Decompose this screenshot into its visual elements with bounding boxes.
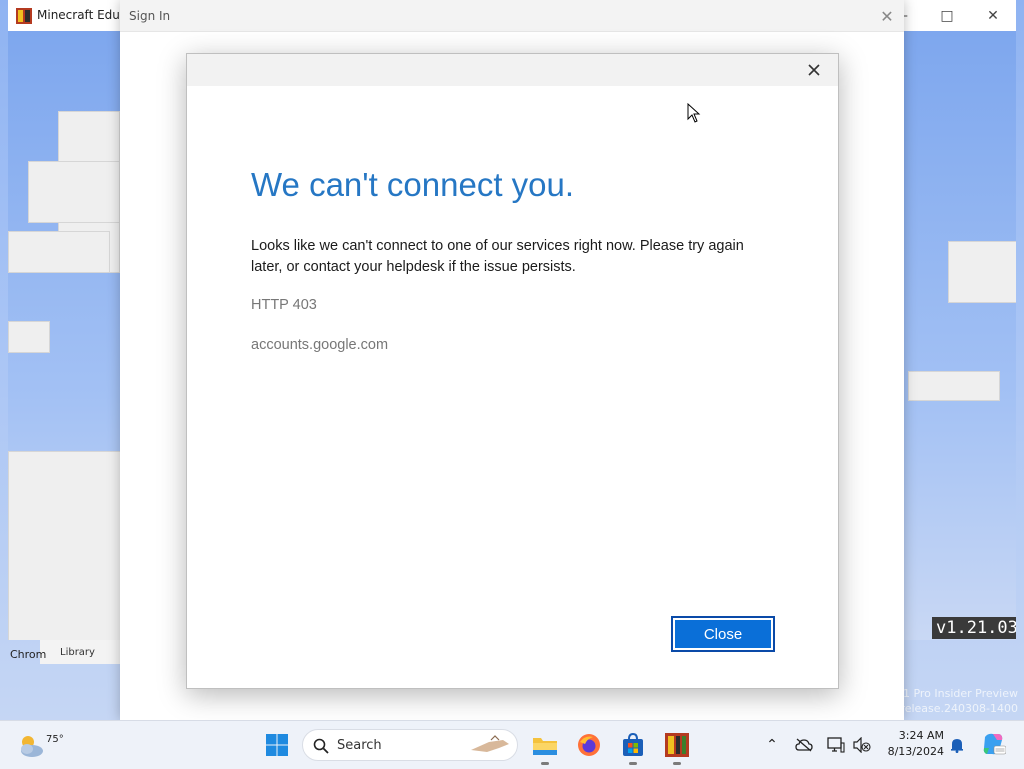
windows-start-icon bbox=[266, 734, 288, 756]
library-tab[interactable]: Library bbox=[40, 640, 120, 664]
taskbar: 75° Search ⌃ 3:24 AM 8/13/2024 bbox=[0, 720, 1024, 769]
window-close-button[interactable]: ✕ bbox=[970, 0, 1016, 31]
microsoft-store-icon bbox=[623, 733, 643, 756]
taskbar-file-explorer[interactable] bbox=[530, 730, 560, 765]
error-dialog: We can't connect you. Looks like we can'… bbox=[186, 53, 839, 689]
close-icon: ✕ bbox=[987, 7, 999, 24]
running-indicator bbox=[673, 762, 681, 765]
volume-tray-button[interactable] bbox=[852, 735, 872, 755]
cloud-block bbox=[8, 231, 110, 273]
search-icon bbox=[313, 738, 329, 754]
copilot-button[interactable] bbox=[980, 731, 1006, 757]
minecraft-app-icon bbox=[16, 8, 32, 24]
sign-in-close-button[interactable]: ✕ bbox=[872, 2, 902, 30]
cloud-block bbox=[8, 321, 50, 353]
network-tray-button[interactable] bbox=[826, 735, 846, 755]
bell-icon bbox=[951, 739, 963, 753]
error-heading: We can't connect you. bbox=[251, 166, 575, 203]
weather-temperature: 75° bbox=[46, 734, 64, 745]
clock-time: 3:24 AM bbox=[898, 729, 944, 742]
cloud-block bbox=[28, 161, 120, 223]
close-icon: ✕ bbox=[880, 6, 894, 26]
onedrive-tray-button[interactable] bbox=[794, 735, 814, 755]
weather-widget[interactable]: 75° bbox=[16, 727, 64, 763]
monitor-network-icon bbox=[827, 737, 845, 753]
firefox-icon bbox=[578, 734, 600, 756]
dialog-close-x-button[interactable] bbox=[799, 56, 829, 84]
sign-in-titlebar[interactable]: Sign In ✕ bbox=[120, 0, 904, 32]
error-code: HTTP 403 bbox=[251, 297, 317, 313]
error-message: Looks like we can't connect to one of ou… bbox=[251, 238, 744, 275]
cloud-block bbox=[908, 371, 1000, 401]
copilot-icon bbox=[983, 733, 1006, 755]
dialog-titlebar bbox=[187, 54, 838, 86]
search-highlight-icon bbox=[471, 735, 509, 752]
weather-cloud-icon bbox=[21, 736, 43, 757]
maximize-button[interactable]: □ bbox=[924, 0, 970, 31]
sign-in-title: Sign In bbox=[129, 9, 171, 23]
running-indicator bbox=[629, 762, 637, 765]
minecraft-education-icon bbox=[665, 733, 689, 757]
taskbar-minecraft-education[interactable] bbox=[662, 730, 692, 765]
taskbar-firefox[interactable] bbox=[574, 730, 604, 760]
taskbar-clock[interactable]: 3:24 AM 8/13/2024 bbox=[880, 728, 944, 760]
close-icon bbox=[808, 64, 820, 76]
show-hidden-icons-button[interactable]: ⌃ bbox=[762, 735, 782, 755]
file-explorer-icon bbox=[533, 738, 557, 755]
notifications-button[interactable] bbox=[947, 735, 967, 755]
cloud-offline-icon bbox=[795, 738, 813, 752]
maximize-icon: □ bbox=[940, 7, 954, 24]
chevron-up-icon: ⌃ bbox=[766, 737, 778, 753]
start-button[interactable] bbox=[262, 730, 292, 760]
speaker-muted-icon bbox=[853, 737, 871, 753]
version-label: v1.21.03 bbox=[932, 617, 1016, 639]
running-indicator bbox=[541, 762, 549, 765]
mouse-cursor-icon bbox=[687, 103, 701, 123]
search-placeholder: Search bbox=[337, 738, 382, 753]
chrome-desktop-label[interactable]: Chrom bbox=[10, 648, 46, 661]
close-button[interactable]: Close bbox=[671, 616, 775, 652]
taskbar-microsoft-store[interactable] bbox=[618, 730, 648, 765]
taskbar-search-box[interactable]: Search bbox=[302, 729, 518, 761]
cloud-block bbox=[948, 241, 1016, 303]
cloud-block bbox=[8, 451, 122, 640]
error-domain: accounts.google.com bbox=[251, 337, 389, 353]
clock-date: 8/13/2024 bbox=[887, 745, 944, 758]
